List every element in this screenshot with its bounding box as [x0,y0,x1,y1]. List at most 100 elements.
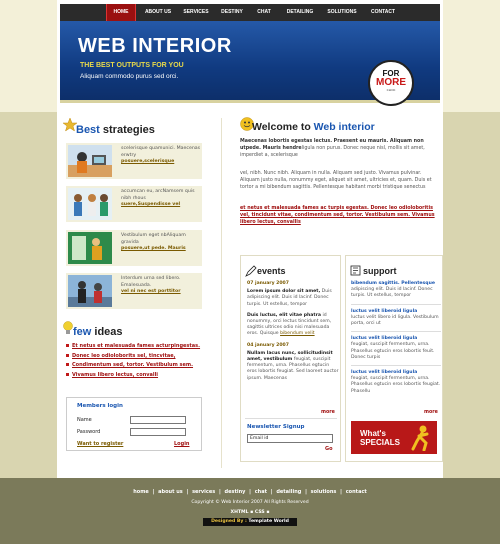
footer-link-home[interactable]: home [133,489,149,495]
ideas-title-few: few [73,326,92,338]
main-nav: HOME ABOUT US SERVICES DESTINY CHAT DETA… [60,4,440,21]
strategy-item: accumcan eu, arcNamsem quis nibh rhous s… [66,186,202,222]
support-divider [351,331,441,333]
support-text: luctus velit libero id ligula. Vestibulu… [351,314,439,327]
strategy-text: Vestibulum eget nbAliquam gravida [121,233,186,245]
nav-chat[interactable]: CHAT [250,4,278,21]
password-input[interactable] [130,428,186,436]
support-list: bibendum sagittis. Pellentesque adipisci… [351,281,441,395]
events-title: events [257,266,286,276]
welcome-paragraph-1: Maecenas lobortis egestas lectus. Praese… [240,139,436,159]
support-icon [350,265,361,276]
designer-name: Template World [248,519,289,524]
strategy-text: scelerisque quamunici. Maecenas erwtry [121,146,201,158]
idea-link[interactable]: Et netus et malesuada fames acturpingest… [66,343,206,353]
events-box: events 07 january 2007 Lorem ipsum dolor… [240,255,341,462]
star-icon [63,118,77,132]
nav-destiny[interactable]: DESTINY [216,4,248,21]
login-button[interactable]: Login [174,441,189,447]
nav-about-us[interactable]: ABOUT US [140,4,176,21]
idea-link[interactable]: Condimentum sed, tortor. Vestibulum sem. [66,362,206,372]
ideas-title: few ideas [73,326,123,338]
support-text: feugiat, suscipit fermentum, urna. Phase… [351,376,441,394]
support-more-link[interactable]: more [424,410,438,415]
event-date: 04 january 2007 [247,342,289,348]
name-label: Name [77,417,92,423]
column-divider [221,118,222,468]
site-tagline: THE BEST OUTPUTS FOR YOU [80,62,184,69]
newsletter-email-input[interactable]: Email id [247,434,333,443]
nav-home[interactable]: HOME [106,4,136,21]
idea-link[interactable]: Donec leo odioloborits sel, tincvitae, [66,353,206,363]
strategies-title: Best strategies [76,124,155,136]
newsletter-title: Newsletter Signup [247,424,305,430]
nav-contact[interactable]: CONTACT [366,4,400,21]
badge-more-text: MORE [376,77,406,88]
nav-solutions[interactable]: SOLUTIONS [322,4,362,21]
designed-by-badge[interactable]: Designed By : Template World [203,518,297,526]
footer-link-detailing[interactable]: detailing [276,489,301,495]
nav-detailing[interactable]: DETAILING [280,4,320,21]
site-title: WEB INTERIOR [78,35,232,57]
footer-link-contact[interactable]: contact [346,489,367,495]
running-figure-icon [411,425,429,451]
strategy-illustration-4 [68,275,112,307]
for-more-badge[interactable]: FOR MORE CLICK [368,60,414,106]
badge-click-text: CLICK [386,88,396,92]
ideas-list: Et netus et malesuada fames acturpingest… [66,343,206,381]
events-divider [245,418,337,419]
strategy-item: Vestibulum eget nbAliquam gravida posuer… [66,230,202,266]
events-more-link[interactable]: more [321,410,335,415]
designed-by-label: Designed By : [211,519,249,524]
footer-link-chat[interactable]: chat [255,489,267,495]
members-login-box: Members login Name Password Want to regi… [66,397,202,451]
welcome-title-brand: Web interior [313,121,375,133]
strategy-text: accumcan eu, arcNamsem quis nibh rhous [121,189,195,201]
specials-banner[interactable]: What's SPECIALS [351,421,437,454]
event-date: 07 january 2007 [247,281,289,286]
ideas-title-rest: ideas [91,326,123,338]
strategy-link[interactable]: posuere,scelerisque [121,159,201,166]
lightbulb-icon [63,321,73,334]
footer-link-destiny[interactable]: destiny [225,489,246,495]
copyright-text: Copyright © Web Interior 2007 All Rights… [191,500,309,505]
footer-link-solutions[interactable]: solutions [311,489,337,495]
event-lead: Lorem ipsum dolor sit amet, [247,289,321,295]
support-divider [351,365,441,367]
pen-icon [245,265,257,277]
login-title: Members login [77,403,123,409]
event-lead: Duis luctus, elit vitae phatra [247,312,321,318]
support-divider [351,303,441,305]
validation-links[interactable]: XHTML ▪ CSS ▪ [0,510,500,515]
events-list: 07 january 2007 Lorem ipsum dolor sit am… [247,281,339,382]
banner-description: Aliquam commodo purus sed orci. [80,73,179,80]
strategy-item: scelerisque quamunici. Maecenas erwtry p… [66,143,202,179]
nav-services[interactable]: SERVICES [178,4,214,21]
password-label: Password [77,429,101,435]
specials-line-1: What's [360,429,386,438]
support-title: support [363,266,397,276]
welcome-title: Welcome to Web interior [252,121,375,133]
welcome-paragraph-2: vel, nibh. Nunc nibh. Aliquam in nulla. … [240,171,432,190]
support-text: feugiat, suscipit fermentum, urna. Phase… [351,342,435,360]
strategy-link[interactable]: vel ni nec est porttitor [121,289,201,296]
strategies-title-best: Best [76,124,100,136]
idea-link[interactable]: Vivamus libero lectus, convalli [66,372,206,382]
newsletter-go-button[interactable]: Go [325,446,333,452]
welcome-links[interactable]: et netus et malesuada fames ac turpis eg… [240,205,436,226]
strategy-illustration-3 [68,232,112,264]
name-input[interactable] [130,416,186,424]
register-link[interactable]: Want to register [77,441,123,447]
specials-line-2: SPECIALS [360,438,401,447]
event-link[interactable]: bibendum velit [280,331,315,336]
footer-link-services[interactable]: services [192,489,215,495]
strategy-text: Interdum urna sed libero. Emalesuada. [121,276,181,288]
footer-links: home | about us | services | destiny | c… [133,489,367,495]
strategy-link[interactable]: suere,Suspendisse vel [121,202,201,209]
strategy-link[interactable]: posuere,ut pede. Mauris [121,246,201,253]
strategy-illustration-1 [68,145,112,177]
strategy-item: Interdum urna sed libero. Emalesuada. ve… [66,273,202,309]
footer-link-about-us[interactable]: about us [158,489,183,495]
strategy-illustration-2 [68,188,112,220]
footer: home | about us | services | destiny | c… [0,478,500,544]
